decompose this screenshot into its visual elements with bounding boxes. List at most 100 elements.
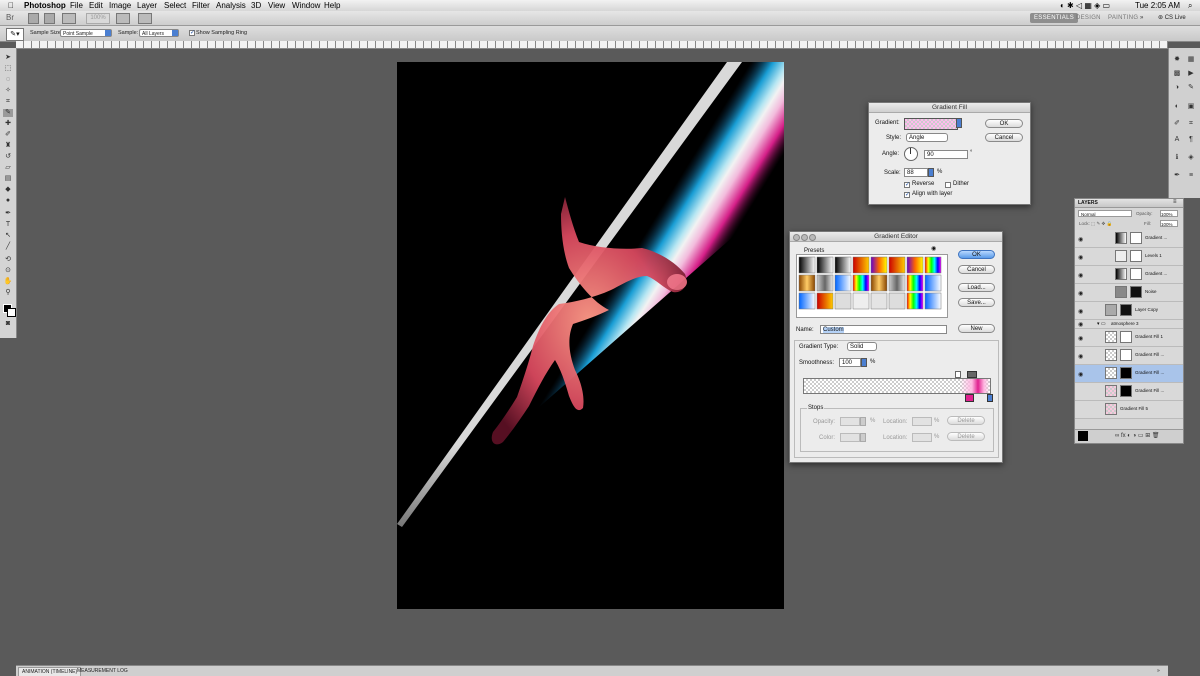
blend-mode-select[interactable]: Normal <box>1078 210 1132 217</box>
adjustments-panel-icon[interactable]: ◐ <box>1173 103 1181 111</box>
lock-icons[interactable]: Lock: ⬚ ✎ ✥ 🔒 <box>1079 221 1112 227</box>
gradient-tool-icon[interactable]: ▤ <box>3 175 13 183</box>
gradient-editor-load-button[interactable]: Load... <box>958 283 995 292</box>
visibility-eye-icon[interactable]: ◉ <box>1078 236 1083 243</box>
layer-row[interactable]: ◉ Gradient ... <box>1075 266 1183 284</box>
masks-panel-icon[interactable]: ▣ <box>1187 103 1195 111</box>
lasso-tool-icon[interactable]: ◌ <box>3 76 13 84</box>
visibility-eye-icon[interactable]: ◉ <box>1078 272 1083 279</box>
color-stop-marker[interactable] <box>987 394 993 402</box>
panel-menu-icon[interactable]: ≡ <box>1173 199 1177 205</box>
close-window-icon[interactable] <box>793 234 800 241</box>
opacity-location-input[interactable] <box>912 417 932 426</box>
angle-input[interactable]: 90 <box>924 150 968 159</box>
paragraph-panel-icon[interactable]: ¶ <box>1187 136 1195 144</box>
visibility-eye-icon[interactable]: ◉ <box>1078 290 1083 297</box>
gradient-editor-new-button[interactable]: New <box>958 324 995 333</box>
app-name-menu[interactable]: Photoshop <box>24 0 66 11</box>
spotlight-icon[interactable]: ⌕ <box>1188 0 1192 11</box>
workspace-menu-icon[interactable]: » <box>1136 13 1148 23</box>
stop-opacity-input[interactable] <box>840 417 860 426</box>
gradient-editor-cancel-button[interactable]: Cancel <box>958 265 995 274</box>
history-panel-icon[interactable]: ▦ <box>1187 56 1195 64</box>
blur-tool-icon[interactable]: ◆ <box>3 186 13 194</box>
reverse-checkbox[interactable]: ✓ <box>904 182 910 188</box>
style-select[interactable]: Angle <box>906 133 948 142</box>
3d-rotate-tool-icon[interactable]: ⟲ <box>3 256 13 264</box>
gradient-editor-ok-button[interactable]: OK <box>958 250 995 259</box>
extras-icon[interactable] <box>44 13 55 24</box>
3d-panel-icon[interactable]: ◈ <box>1187 154 1195 162</box>
clone-stamp-tool-icon[interactable]: ♜ <box>3 142 13 150</box>
menu-image[interactable]: Image <box>109 0 131 11</box>
visibility-eye-icon[interactable]: ◉ <box>1078 254 1083 261</box>
opacity-stop-marker[interactable] <box>955 371 961 378</box>
gradient-picker-chevron-icon[interactable] <box>956 118 962 128</box>
history-brush-tool-icon[interactable]: ↺ <box>3 153 13 161</box>
shape-tool-icon[interactable]: ╱ <box>3 243 13 251</box>
layer-row[interactable]: ◉ Noise <box>1075 284 1183 302</box>
crop-tool-icon[interactable]: ⌗ <box>3 98 13 106</box>
3d-orbit-tool-icon[interactable]: ⊙ <box>3 267 13 275</box>
dither-checkbox[interactable] <box>945 182 951 188</box>
view-extras-icon[interactable] <box>62 13 76 24</box>
layer-row[interactable]: Gradient Fill 5 <box>1075 401 1183 419</box>
show-sampling-ring-checkbox[interactable]: ✓ <box>189 30 195 36</box>
gradient-fill-ok-button[interactable]: OK <box>985 119 1023 128</box>
zoom-level-field[interactable]: 100% <box>86 13 110 24</box>
menu-filter[interactable]: Filter <box>192 0 210 11</box>
swatches-panel-icon[interactable]: ▩ <box>1173 70 1181 78</box>
layer-row[interactable]: ◉ Gradient Fill 1 <box>1075 329 1183 347</box>
marquee-tool-icon[interactable]: ⬚ <box>3 65 13 73</box>
stop-opacity-chevron-icon[interactable] <box>860 417 866 426</box>
scale-slider-chevron-icon[interactable] <box>928 168 934 177</box>
delete-color-stop-button[interactable]: Delete <box>947 432 985 441</box>
menu-view[interactable]: View <box>268 0 285 11</box>
brush-tool-icon[interactable]: ✐ <box>3 131 13 139</box>
visibility-eye-icon[interactable]: ◉ <box>1078 335 1083 342</box>
horizontal-ruler[interactable] <box>16 41 1168 49</box>
angle-dial[interactable] <box>904 147 918 161</box>
eyedropper-tool-preset-icon[interactable]: ✎▾ <box>6 28 24 41</box>
hand-tool-icon[interactable]: ✋ <box>3 278 13 286</box>
layer-group-row[interactable]: ◉ ▾ ▭ atmosphere 3 <box>1075 320 1183 329</box>
opacity-stop-marker[interactable] <box>967 371 977 378</box>
move-tool-icon[interactable]: ➤ <box>3 54 13 62</box>
clone-source-panel-icon[interactable]: ⌗ <box>1187 120 1195 128</box>
layer-row[interactable]: ◉ Gradient Fill ... <box>1075 347 1183 365</box>
menu-analysis[interactable]: Analysis <box>216 0 246 11</box>
delete-opacity-stop-button[interactable]: Delete <box>947 416 985 425</box>
workspace-essentials[interactable]: ESSENTIALS <box>1030 13 1079 23</box>
layer-actions-icons[interactable]: ∞ fx ◐ ◑ ▭ ⊞ 🗑 <box>1115 432 1160 439</box>
menu-file[interactable]: File <box>70 0 83 11</box>
type-tool-icon[interactable]: T <box>3 221 13 229</box>
arrange-documents-icon[interactable] <box>116 13 130 24</box>
background-color-swatch[interactable] <box>7 308 16 317</box>
gradient-type-select[interactable]: Solid <box>847 342 877 351</box>
gradient-name-input[interactable]: Custom <box>820 325 947 334</box>
color-panel-icon[interactable]: ✸ <box>1173 56 1181 64</box>
color-location-input[interactable] <box>912 433 932 442</box>
visibility-eye-icon[interactable]: ◉ <box>1078 308 1083 315</box>
layer-row[interactable]: ◉ Layer Copy <box>1075 302 1183 320</box>
opacity-field[interactable]: 100% <box>1160 210 1178 217</box>
sample-size-select[interactable]: Point Sample <box>60 29 112 37</box>
minimize-window-icon[interactable] <box>801 234 808 241</box>
zoom-window-icon[interactable] <box>809 234 816 241</box>
layer-row[interactable]: Gradient Fill ... <box>1075 383 1183 401</box>
cs-live-button[interactable]: ⊛ CS Live <box>1158 14 1186 21</box>
layer-row-selected[interactable]: ◉ Gradient Fill ... <box>1075 365 1183 383</box>
gradient-editor-save-button[interactable]: Save... <box>958 298 995 307</box>
align-with-layer-checkbox[interactable]: ✓ <box>904 192 910 198</box>
styles-panel-icon[interactable]: ◑ <box>1173 84 1181 92</box>
scale-input[interactable]: 88 <box>904 168 928 177</box>
menu-layer[interactable]: Layer <box>137 0 157 11</box>
pen-tool-icon[interactable]: ✒ <box>3 210 13 218</box>
quick-mask-icon[interactable]: ◙ <box>3 320 13 328</box>
gradient-fill-cancel-button[interactable]: Cancel <box>985 133 1023 142</box>
color-stop-marker[interactable] <box>965 394 974 402</box>
bridge-icon[interactable]: Br <box>6 13 14 22</box>
gradient-preview-swatch[interactable] <box>904 118 958 130</box>
menu-select[interactable]: Select <box>164 0 186 11</box>
presets-menu-icon[interactable]: ◉ <box>931 245 936 252</box>
